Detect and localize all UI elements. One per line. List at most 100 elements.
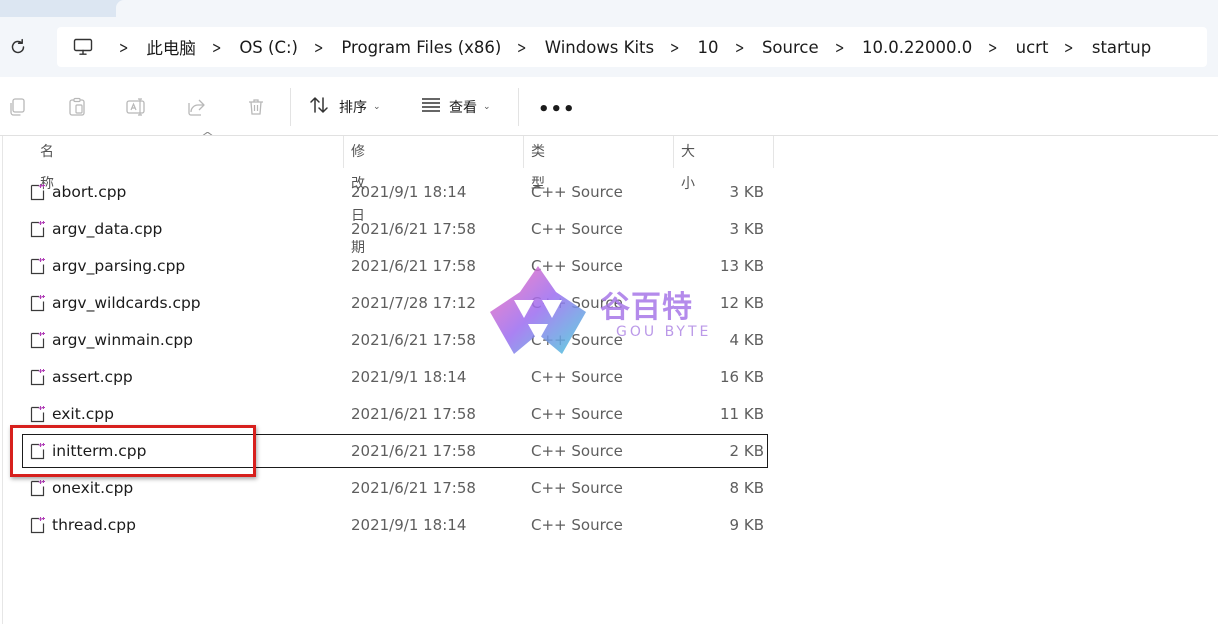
file-row[interactable]: argv_data.cpp 2021/6/21 17:58 C++ Source 3 … <box>22 212 768 246</box>
cpp-file-icon <box>30 331 46 349</box>
view-button[interactable]: 查看 ⌄ <box>421 94 491 120</box>
delete-icon[interactable] <box>246 97 266 117</box>
cpp-file-icon <box>30 405 46 423</box>
chevron-right-icon[interactable]: > <box>988 38 997 57</box>
file-name[interactable]: thread.cpp <box>52 508 136 542</box>
file-row[interactable]: argv_winmain.cpp 2021/6/21 17:58 C++ Sourc… <box>22 323 768 357</box>
file-type: C++ Source <box>531 368 623 386</box>
file-modified: 2021/6/21 17:58 <box>351 257 476 275</box>
file-type: C++ Source <box>531 183 623 201</box>
column-header-size[interactable]: 大小 <box>681 136 695 192</box>
file-name[interactable]: argv_wildcards.cpp <box>52 286 201 320</box>
file-modified: 2021/9/1 18:14 <box>351 183 467 201</box>
file-modified: 2021/7/28 17:12 <box>351 294 476 312</box>
refresh-icon[interactable] <box>8 37 28 57</box>
column-separator[interactable] <box>523 136 524 168</box>
breadcrumb-item[interactable]: startup <box>1092 38 1151 57</box>
file-size: 3 KB <box>729 220 764 238</box>
sort-label: 排序 <box>339 100 367 116</box>
cpp-file-icon <box>30 257 46 275</box>
cpp-file-icon <box>30 516 46 534</box>
file-modified: 2021/6/21 17:58 <box>351 405 476 423</box>
chevron-right-icon[interactable]: > <box>119 38 128 57</box>
file-row[interactable]: argv_parsing.cpp 2021/6/21 17:58 C++ Sourc… <box>22 249 768 283</box>
cpp-file-icon <box>30 183 46 201</box>
breadcrumb-item[interactable]: 此电脑 <box>146 35 196 59</box>
column-header-type[interactable]: 类型 <box>531 136 545 192</box>
file-modified: 2021/6/21 17:58 <box>351 479 476 497</box>
rename-icon[interactable] <box>126 97 146 117</box>
breadcrumb-item[interactable]: 10 <box>698 38 719 57</box>
file-list: ^ 名称 修改日期 类型 大小 abort.cpp 2021/9/1 18:14 C… <box>0 130 1218 624</box>
file-size: 2 KB <box>729 442 764 460</box>
view-label: 查看 <box>449 100 477 116</box>
breadcrumb[interactable]: > 此电脑 > OS (C:) > Program Files (x86) > Windows… <box>57 27 1207 67</box>
file-name[interactable]: abort.cpp <box>52 175 126 209</box>
file-size: 16 KB <box>720 368 764 386</box>
column-separator[interactable] <box>773 136 774 168</box>
file-size: 13 KB <box>720 257 764 275</box>
chevron-down-icon: ⌄ <box>373 102 381 112</box>
file-type: C++ Source <box>531 294 623 312</box>
tab-strip <box>0 0 1218 17</box>
toolbar-divider <box>518 88 519 126</box>
file-modified: 2021/9/1 18:14 <box>351 368 467 386</box>
file-size: 9 KB <box>729 516 764 534</box>
cpp-file-icon <box>30 368 46 386</box>
sort-button[interactable]: 排序 ⌄ <box>309 94 381 120</box>
cpp-file-icon <box>30 479 46 497</box>
file-row[interactable]: thread.cpp 2021/9/1 18:14 C++ Source 9 KB <box>22 508 768 542</box>
file-row[interactable]: argv_wildcards.cpp 2021/7/28 17:12 C++ Sou… <box>22 286 768 320</box>
file-modified: 2021/9/1 18:14 <box>351 516 467 534</box>
file-type: C++ Source <box>531 331 623 349</box>
address-row: > 此电脑 > OS (C:) > Program Files (x86) > Windows… <box>0 17 1218 77</box>
breadcrumb-item[interactable]: 10.0.22000.0 <box>862 38 972 57</box>
chevron-right-icon[interactable]: > <box>670 38 679 57</box>
breadcrumb-item[interactable]: OS (C:) <box>239 38 298 57</box>
file-size: 12 KB <box>720 294 764 312</box>
file-type: C++ Source <box>531 405 623 423</box>
active-tab[interactable] <box>116 0 1218 17</box>
cpp-file-icon <box>30 220 46 238</box>
chevron-down-icon: ⌄ <box>483 102 491 112</box>
file-type: C++ Source <box>531 479 623 497</box>
file-size: 4 KB <box>729 331 764 349</box>
chevron-right-icon[interactable]: > <box>735 38 744 57</box>
file-type: C++ Source <box>531 516 623 534</box>
file-type: C++ Source <box>531 220 623 238</box>
breadcrumb-item[interactable]: ucrt <box>1016 38 1049 57</box>
column-header-name[interactable]: 名称 <box>40 136 54 192</box>
column-header-modified[interactable]: 修改日期 <box>351 136 365 256</box>
file-modified: 2021/6/21 17:58 <box>351 220 476 238</box>
file-row[interactable]: assert.cpp 2021/9/1 18:14 C++ Source 16 KB <box>22 360 768 394</box>
breadcrumb-item[interactable]: Program Files (x86) <box>341 38 501 57</box>
command-bar: 排序 ⌄ 查看 ⌄ ••• <box>0 77 1218 136</box>
file-size: 3 KB <box>729 183 764 201</box>
share-icon[interactable] <box>186 97 206 117</box>
column-separator[interactable] <box>673 136 674 168</box>
file-row[interactable]: abort.cpp 2021/9/1 18:14 C++ Source 3 KB <box>22 175 768 209</box>
chevron-right-icon[interactable]: > <box>1064 38 1073 57</box>
file-name[interactable]: argv_winmain.cpp <box>52 323 193 357</box>
cpp-file-icon <box>30 294 46 312</box>
computer-icon[interactable] <box>71 35 95 59</box>
file-name[interactable]: argv_parsing.cpp <box>52 249 185 283</box>
chevron-right-icon[interactable]: > <box>517 38 526 57</box>
more-options-button[interactable]: ••• <box>538 99 576 120</box>
breadcrumb-item[interactable]: Source <box>762 38 819 57</box>
chevron-right-icon[interactable]: > <box>835 38 844 57</box>
breadcrumb-item[interactable]: Windows Kits <box>545 38 654 57</box>
column-separator[interactable] <box>343 136 344 168</box>
chevron-right-icon[interactable]: > <box>314 38 323 57</box>
chevron-right-icon[interactable]: > <box>212 38 221 57</box>
file-size: 8 KB <box>729 479 764 497</box>
file-name[interactable]: assert.cpp <box>52 360 133 394</box>
file-name[interactable]: argv_data.cpp <box>52 212 162 246</box>
copy-icon[interactable] <box>7 97 27 117</box>
sort-ascending-icon: ^ <box>201 130 215 143</box>
file-modified: 2021/6/21 17:58 <box>351 331 476 349</box>
sort-icon <box>309 96 331 118</box>
file-size: 11 KB <box>720 405 764 423</box>
toolbar-divider <box>290 88 291 126</box>
paste-icon[interactable] <box>67 97 87 117</box>
